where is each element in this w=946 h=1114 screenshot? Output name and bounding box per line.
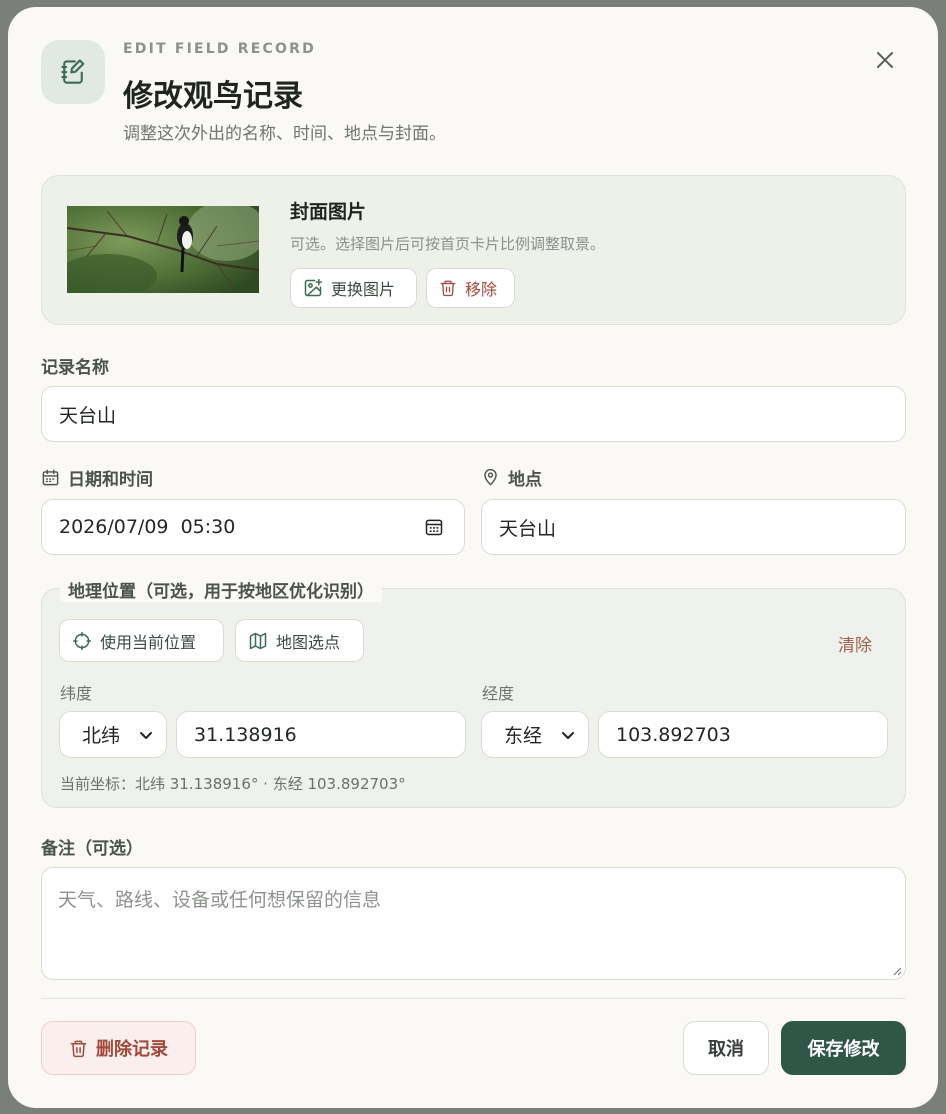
crosshair-icon xyxy=(72,631,92,650)
longitude-input[interactable]: 103.892703 xyxy=(598,711,888,758)
map-pick-button[interactable]: 地图选点 xyxy=(235,619,364,662)
use-current-location-label: 使用当前位置 xyxy=(100,632,197,652)
save-button[interactable]: 保存修改 xyxy=(781,1021,906,1075)
dialog-title: 修改观鸟记录 xyxy=(123,79,303,114)
map-icon xyxy=(249,632,267,649)
geo-section-legend: 地理位置（可选，用于按地区优化识别） xyxy=(60,577,382,602)
map-pin-icon xyxy=(484,468,497,486)
notes-label: 备注（可选） xyxy=(41,839,143,859)
dialog-eyebrow: EDIT FIELD RECORD xyxy=(123,41,316,57)
longitude-label: 经度 xyxy=(482,684,515,703)
edit-record-dialog: EDIT FIELD RECORD 修改观鸟记录 调整这次外出的名称、时间、地点… xyxy=(8,7,938,1108)
close-icon xyxy=(877,52,893,68)
clear-location-button[interactable]: 清除 xyxy=(838,631,872,656)
replace-image-button[interactable]: 更换图片 xyxy=(290,268,417,308)
record-name-label: 记录名称 xyxy=(41,358,109,378)
current-coordinates-text: 当前坐标：北纬 31.138916° · 东经 103.892703° xyxy=(60,775,406,793)
latitude-input[interactable]: 31.138916 xyxy=(176,711,466,758)
resize-handle-icon[interactable] xyxy=(892,966,902,976)
use-current-location-button[interactable]: 使用当前位置 xyxy=(59,619,224,662)
cancel-button[interactable]: 取消 xyxy=(683,1021,769,1075)
notebook-edit-icon xyxy=(41,40,105,104)
longitude-hemisphere-select[interactable]: 东经 xyxy=(481,711,589,758)
location-label: 地点 xyxy=(481,465,542,490)
location-input[interactable]: 天台山 xyxy=(481,499,906,555)
footer-divider xyxy=(41,998,906,999)
datetime-input[interactable]: 2026/07/09 05:30 xyxy=(41,499,465,555)
replace-image-label: 更换图片 xyxy=(331,280,396,299)
latitude-label: 纬度 xyxy=(60,684,93,703)
notes-textarea[interactable]: 天气、路线、设备或任何想保留的信息 xyxy=(41,867,906,980)
remove-image-button[interactable]: 移除 xyxy=(426,268,515,308)
delete-record-button[interactable]: 删除记录 xyxy=(41,1021,196,1075)
trash-icon xyxy=(440,280,456,297)
delete-record-label: 删除记录 xyxy=(96,1039,168,1060)
remove-image-label: 移除 xyxy=(465,280,498,299)
cover-image-preview xyxy=(67,206,259,293)
image-plus-icon xyxy=(304,278,323,297)
latitude-hemisphere-select[interactable]: 北纬 xyxy=(59,711,167,758)
chevron-down-icon xyxy=(562,731,574,739)
chevron-down-icon xyxy=(140,731,152,739)
cover-title: 封面图片 xyxy=(290,201,367,223)
geo-location-section: 地理位置（可选，用于按地区优化识别） 使用当前位置 地图选点 清除 纬度 北纬 … xyxy=(41,577,906,808)
cover-image-card: 封面图片 可选。选择图片后可按首页卡片比例调整取景。 更换图片 移除 xyxy=(41,175,906,325)
close-button[interactable] xyxy=(870,45,900,75)
cover-description: 可选。选择图片后可按首页卡片比例调整取景。 xyxy=(290,235,606,253)
calendar-picker-icon[interactable] xyxy=(424,517,444,537)
trash-icon xyxy=(70,1040,87,1057)
dialog-subtitle: 调整这次外出的名称、时间、地点与封面。 xyxy=(123,124,446,144)
map-pick-label: 地图选点 xyxy=(276,632,341,652)
calendar-icon xyxy=(42,469,59,486)
datetime-label: 日期和时间 xyxy=(41,465,153,490)
record-name-input[interactable]: 天台山 xyxy=(41,386,906,442)
